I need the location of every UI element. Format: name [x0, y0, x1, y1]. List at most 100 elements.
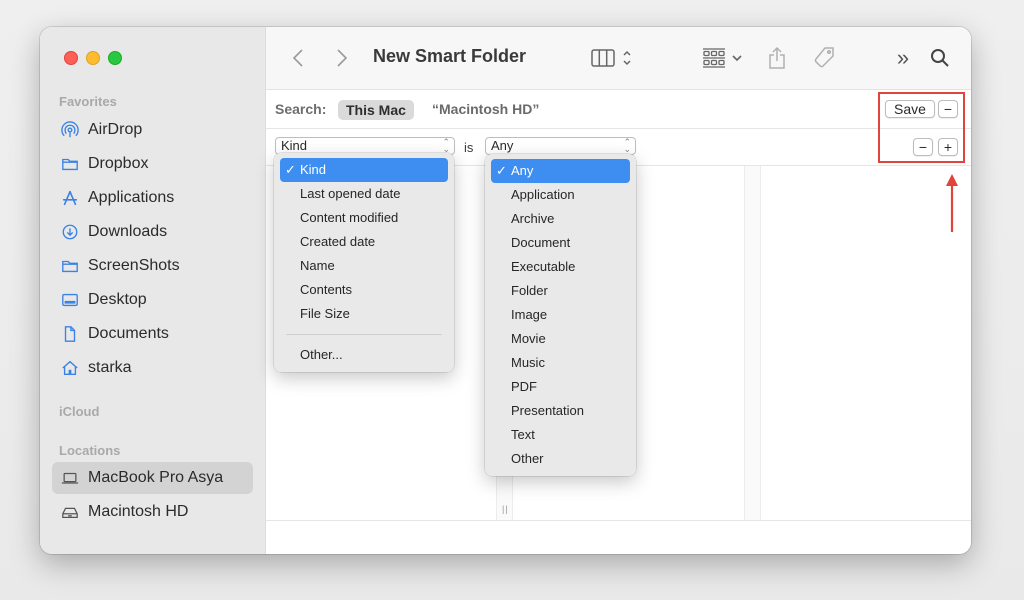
back-button[interactable] — [290, 45, 306, 71]
status-bar — [266, 520, 971, 554]
sidebar-item-macintosh-hd[interactable]: Macintosh HD — [52, 496, 253, 528]
document-icon — [60, 324, 80, 344]
kind-menu-item[interactable]: Music — [491, 351, 630, 375]
attribute-menu: ✓ Kind Last opened date Content modified Cre… — [274, 153, 454, 372]
menu-item-label: Contents — [300, 282, 353, 297]
kind-menu-item[interactable]: Folder — [491, 279, 630, 303]
sidebar-item-label: Documents — [88, 325, 169, 342]
sidebar-item-label: Desktop — [88, 291, 147, 308]
menu-item-label: Folder — [511, 283, 548, 298]
menu-item-label: Document — [511, 235, 571, 250]
close-button[interactable] — [64, 51, 78, 65]
search-icon — [931, 49, 949, 67]
tag-icon — [814, 47, 834, 68]
forward-button[interactable] — [334, 45, 350, 71]
sidebar-item-label: Downloads — [88, 223, 168, 240]
kind-menu-item[interactable]: Other — [491, 447, 630, 471]
menu-item-other[interactable]: Other... — [280, 343, 448, 367]
back-icon — [292, 49, 303, 67]
view-mode-button[interactable] — [588, 45, 634, 71]
kind-menu-item[interactable]: Archive — [491, 207, 630, 231]
kind-menu-item[interactable]: Application — [491, 183, 630, 207]
sidebar-item-applications[interactable]: Applications — [52, 182, 253, 214]
kind-menu-item[interactable]: Image — [491, 303, 630, 327]
scope-macintosh-hd-button[interactable]: “Macintosh HD” — [432, 101, 539, 117]
attribute-menu-item[interactable]: File Size — [280, 302, 448, 326]
section-icloud: iCloud — [59, 404, 100, 419]
column-divider[interactable] — [744, 166, 761, 520]
disk-icon — [60, 502, 80, 522]
kind-menu-item[interactable]: Document — [491, 231, 630, 255]
attribute-menu-item[interactable]: Contents — [280, 278, 448, 302]
chevron-updown-icon: ⌃ ⌄ — [442, 137, 450, 154]
sidebar-item-airdrop[interactable]: AirDrop — [52, 114, 253, 146]
operator-label: is — [464, 140, 474, 155]
attribute-menu-item[interactable]: ✓ Kind — [280, 158, 448, 182]
folder-icon — [60, 256, 80, 276]
menu-item-label: PDF — [511, 379, 537, 394]
checkmark-icon: ✓ — [285, 162, 296, 177]
desktop-icon — [60, 290, 80, 310]
scope-this-mac-button[interactable]: This Mac — [338, 100, 414, 120]
minimize-button[interactable] — [86, 51, 100, 65]
menu-item-label: Presentation — [511, 403, 584, 418]
attribute-menu-item[interactable]: Last opened date — [280, 182, 448, 206]
kind-popup[interactable]: Any ⌃ ⌄ — [485, 137, 636, 155]
laptop-icon — [60, 468, 80, 488]
zoom-button[interactable] — [108, 51, 122, 65]
kind-menu: ✓ Any Application Archive Document Executable… — [485, 154, 636, 476]
share-button[interactable] — [766, 45, 788, 71]
chevron-updown-icon — [622, 50, 631, 66]
menu-item-label: Created date — [300, 234, 376, 249]
home-icon — [60, 358, 80, 378]
menu-item-label: Any — [511, 163, 534, 178]
kind-menu-item[interactable]: ✓ Any — [491, 159, 630, 183]
sidebar-item-macbook-pro[interactable]: MacBook Pro Asya — [52, 462, 253, 494]
airdrop-icon — [60, 120, 80, 140]
sidebar-item-home[interactable]: starka — [52, 352, 253, 384]
menu-item-label: Image — [511, 307, 548, 322]
search-scope-bar: Search: This Mac “Macintosh HD” Save − — [266, 90, 971, 129]
search-button[interactable] — [928, 45, 952, 71]
section-locations: Locations — [59, 443, 121, 458]
resize-grip-icon[interactable]: || — [502, 504, 509, 514]
menu-item-label: Text — [511, 427, 535, 442]
tag-button[interactable] — [811, 45, 837, 71]
chevron-down-icon — [732, 55, 742, 62]
kind-menu-item[interactable]: Text — [491, 423, 630, 447]
sidebar-item-documents[interactable]: Documents — [52, 318, 253, 350]
sidebar-item-label: ScreenShots — [88, 257, 180, 274]
more-button[interactable]: » — [893, 45, 913, 71]
annotation-highlight-box — [878, 92, 965, 163]
toolbar: New Smart Folder » — [266, 27, 971, 90]
menu-item-label: Other — [511, 451, 544, 466]
attribute-value: Kind — [281, 138, 308, 153]
sidebar-item-dropbox[interactable]: Dropbox — [52, 148, 253, 180]
chevron-updown-icon: ⌃ ⌄ — [623, 137, 631, 154]
sidebar-item-desktop[interactable]: Desktop — [52, 284, 253, 316]
checkmark-icon: ✓ — [496, 163, 507, 178]
menu-item-label: File Size — [300, 306, 350, 321]
sidebar-item-downloads[interactable]: Downloads — [52, 216, 253, 248]
sidebar-item-label: Dropbox — [88, 155, 149, 172]
sidebar-item-label: AirDrop — [88, 121, 143, 138]
attribute-menu-item[interactable]: Created date — [280, 230, 448, 254]
sidebar-item-screenshots[interactable]: ScreenShots — [52, 250, 253, 282]
attribute-menu-item[interactable]: Name — [280, 254, 448, 278]
kind-menu-item[interactable]: PDF — [491, 375, 630, 399]
attribute-menu-item[interactable]: Content modified — [280, 206, 448, 230]
sidebar-item-label: starka — [88, 359, 132, 376]
menu-item-label: Name — [300, 258, 335, 273]
annotation-arrow-icon — [946, 174, 958, 232]
menu-item-label: Music — [511, 355, 545, 370]
kind-menu-item[interactable]: Movie — [491, 327, 630, 351]
window-controls — [64, 51, 122, 65]
menu-item-label: Last opened date — [300, 186, 401, 201]
menu-item-label: Movie — [511, 331, 546, 346]
menu-item-label: Archive — [511, 211, 555, 226]
forward-icon — [337, 49, 348, 67]
kind-menu-item[interactable]: Presentation — [491, 399, 630, 423]
group-button[interactable] — [700, 45, 744, 71]
menu-item-label: Kind — [300, 162, 327, 177]
kind-menu-item[interactable]: Executable — [491, 255, 630, 279]
